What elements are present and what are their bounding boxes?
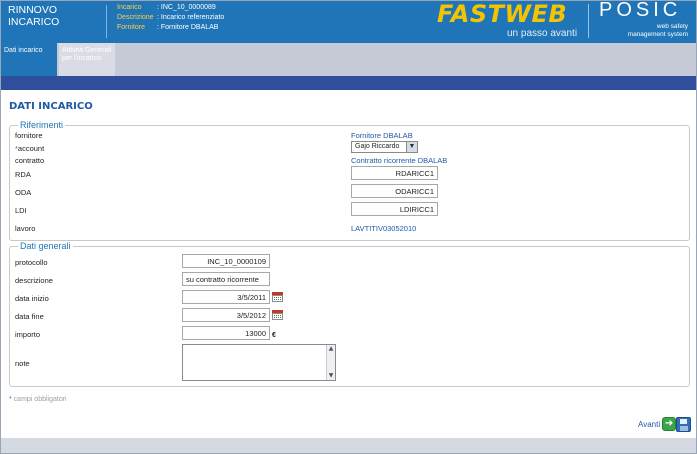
note-textarea[interactable]: ▲ ▼ xyxy=(182,344,336,381)
required-fields-note: * campi obbligatori xyxy=(9,396,67,403)
required-fields-text: campi obbligatori xyxy=(11,396,67,403)
posic-subtitle: web safety management system xyxy=(606,23,688,38)
data-fine-field[interactable]: 3/5/2012 xyxy=(182,308,270,322)
incarico-summary: Incarico : INC_10_0000089 Descrizione : … xyxy=(117,3,224,33)
contratto-value: Contratto ricorrente DBALAB xyxy=(351,156,448,165)
arrow-right-icon[interactable]: ➔ xyxy=(662,417,677,431)
fornitore-label: fornitore xyxy=(15,131,43,140)
dati-generali-group: Dati generali xyxy=(9,241,690,387)
lavoro-value: LAVTITIV03052010 xyxy=(351,224,417,233)
header-divider xyxy=(106,5,107,38)
importo-field[interactable]: 13000 xyxy=(182,326,270,340)
tab-content-band xyxy=(1,76,696,90)
rda-label: RDA xyxy=(15,170,31,179)
summary-key: Incarico xyxy=(117,4,142,11)
tab-attivita-generali[interactable]: Attività Generali per l'incarico xyxy=(59,43,115,76)
note-label: note xyxy=(15,359,30,368)
page-title-line1: RINNOVO xyxy=(8,4,58,16)
summary-value: : Incarico referenziato xyxy=(157,14,225,21)
app-window: RINNOVO INCARICO Incarico : INC_10_00000… xyxy=(0,0,697,454)
next-button[interactable]: Avanti ➔ xyxy=(638,417,677,431)
importo-label: importo xyxy=(15,330,41,339)
ldi-field[interactable]: LDIRICC1 xyxy=(351,202,438,216)
header-bar: RINNOVO INCARICO Incarico : INC_10_00000… xyxy=(1,0,696,43)
calendar-icon[interactable] xyxy=(272,310,283,320)
logo-divider xyxy=(588,4,589,38)
oda-field[interactable]: ODARICC1 xyxy=(351,184,438,198)
posic-subtitle-line2: management system xyxy=(627,30,688,38)
tab-dati-incarico[interactable]: Dati incarico xyxy=(1,43,57,76)
account-label: *account xyxy=(15,144,44,153)
summary-key: Descrizione xyxy=(117,14,154,21)
summary-row-descrizione: Descrizione : Incarico referenziato xyxy=(117,13,224,23)
riferimenti-group: Riferimenti xyxy=(9,120,690,241)
bottom-bar xyxy=(1,438,696,453)
currency-symbol: € xyxy=(272,332,276,339)
tab-bar: Dati incarico Attività Generali per l'in… xyxy=(1,43,696,76)
data-fine-label: data fine xyxy=(15,312,44,321)
page-title: RINNOVO INCARICO xyxy=(8,4,98,28)
scroll-down-icon[interactable]: ▼ xyxy=(327,372,335,380)
summary-row-incarico: Incarico : INC_10_0000089 xyxy=(117,3,224,13)
oda-label: ODA xyxy=(15,188,32,197)
descrizione-label: descrizione xyxy=(15,276,53,285)
data-inizio-label: data inizio xyxy=(15,294,49,303)
account-selected-value: Gajo Riccardo xyxy=(355,143,400,150)
chevron-down-icon[interactable]: ▼ xyxy=(406,142,417,152)
summary-row-fornitore: Fornitore : Fornitore DBALAB xyxy=(117,23,224,33)
posic-logo: POSIC xyxy=(599,0,682,21)
descrizione-field[interactable]: su contratto ricorrente xyxy=(182,272,270,286)
protocollo-field[interactable]: INC_10_0000109 xyxy=(182,254,270,268)
contratto-label: contratto xyxy=(15,156,45,165)
next-button-label[interactable]: Avanti xyxy=(638,420,660,429)
save-icon[interactable] xyxy=(676,417,691,432)
calendar-icon[interactable] xyxy=(272,292,283,302)
summary-key: Fornitore xyxy=(117,24,146,31)
account-label-text: account xyxy=(17,144,45,153)
fornitore-value: Fornitore DBALAB xyxy=(351,131,413,140)
account-select[interactable]: Gajo Riccardo ▼ xyxy=(351,141,418,153)
fastweb-wordmark: FASTWEB xyxy=(437,0,568,28)
dati-generali-legend: Dati generali xyxy=(20,241,71,251)
lavoro-label: lavoro xyxy=(15,224,36,233)
summary-value: : Fornitore DBALAB xyxy=(157,24,219,31)
rda-field[interactable]: RDARICC1 xyxy=(351,166,438,180)
protocollo-label: protocollo xyxy=(15,258,48,267)
fastweb-logo: FASTWEB un passo avanti xyxy=(433,1,583,43)
riferimenti-legend: Riferimenti xyxy=(20,120,64,130)
summary-value: : INC_10_0000089 xyxy=(157,4,216,11)
ldi-label: LDI xyxy=(15,206,27,215)
fastweb-tagline: un passo avanti xyxy=(507,28,578,39)
note-scrollbar[interactable]: ▲ ▼ xyxy=(326,345,335,380)
scroll-up-icon[interactable]: ▲ xyxy=(327,345,335,353)
data-inizio-field[interactable]: 3/5/2011 xyxy=(182,290,270,304)
section-heading: DATI INCARICO xyxy=(9,101,93,112)
page-title-line2: INCARICO xyxy=(8,16,60,28)
posic-subtitle-line1: web safety xyxy=(656,23,688,30)
